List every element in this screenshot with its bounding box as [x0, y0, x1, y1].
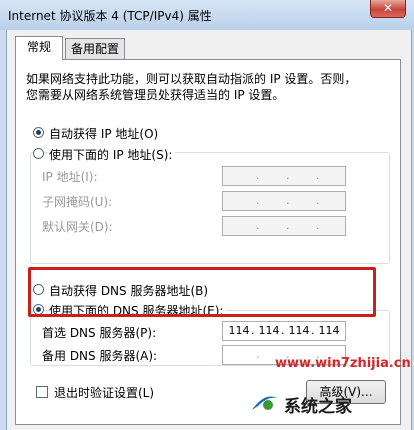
subnet-mask-label: 子网掩码(U):: [42, 195, 113, 209]
watermark-brand: 系统之家: [284, 397, 352, 417]
alternate-dns-label: 备用 DNS 服务器(A):: [42, 349, 158, 363]
preferred-dns-label: 首选 DNS 服务器(P):: [42, 326, 157, 340]
preferred-dns-octet-4: 114: [318, 324, 340, 337]
subnet-mask-field: ...: [222, 191, 346, 211]
validate-on-exit-label[interactable]: 退出时验证设置(L): [54, 384, 154, 401]
default-gateway-field: ...: [222, 216, 346, 236]
watermark-url: www.win7zhijia.cn: [275, 356, 411, 371]
close-button[interactable]: ✕: [370, 0, 406, 18]
window-title: Internet 协议版本 4 (TCP/IPv4) 属性: [8, 9, 212, 23]
tab-general-label: 常规: [26, 40, 51, 54]
ip-address-field: ...: [222, 166, 346, 186]
brand-logo-icon: [252, 396, 278, 410]
title-bar: Internet 协议版本 4 (TCP/IPv4) 属性 ✕: [0, 0, 414, 30]
tab-alternate-config-label: 备用配置: [70, 42, 119, 56]
preferred-dns-octet-2: 114: [258, 324, 280, 337]
preferred-dns-octet-3: 114: [288, 324, 310, 337]
close-icon: ✕: [382, 1, 394, 15]
ip-manual-radio[interactable]: [33, 148, 44, 159]
preferred-dns-field[interactable]: 114 . 114 . 114 . 114: [222, 321, 346, 341]
tab-alternate-config[interactable]: 备用配置: [65, 38, 125, 59]
intro-line-2: 您需要从网络系统管理员处获得适当的 IP 设置。: [26, 88, 285, 102]
ip-manual-label[interactable]: 使用下面的 IP 地址(S):: [49, 146, 176, 163]
ip-auto-label[interactable]: 自动获得 IP 地址(O): [49, 125, 158, 142]
ip-auto-radio[interactable]: [33, 127, 44, 138]
preferred-dns-octet-1: 114: [228, 324, 250, 337]
default-gateway-label: 默认网关(D):: [42, 220, 113, 234]
highlight-annotation: [28, 267, 376, 317]
ip-address-label: IP 地址(I):: [42, 170, 98, 184]
validate-on-exit-checkbox[interactable]: [36, 386, 48, 398]
intro-line-1: 如果网络支持此功能，则可以获取自动指派的 IP 设置。否则，: [26, 72, 357, 86]
tab-general[interactable]: 常规: [15, 36, 63, 60]
